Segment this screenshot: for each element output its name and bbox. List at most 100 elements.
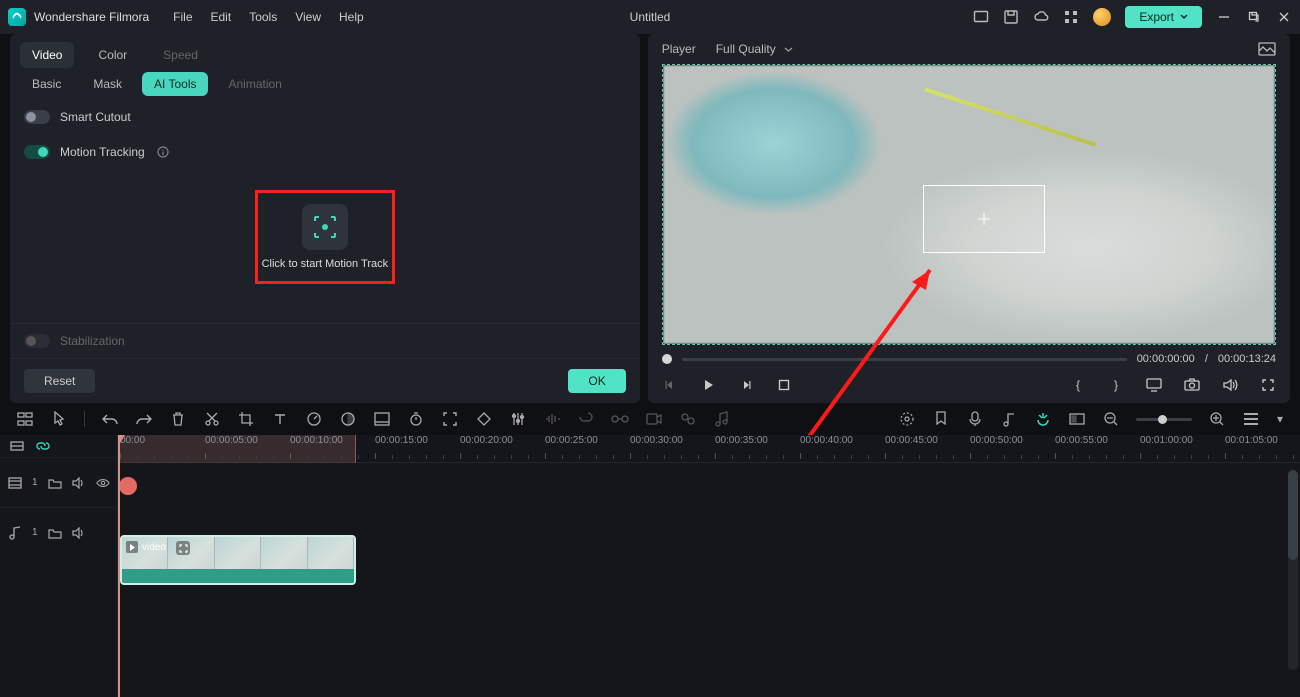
visibility-icon[interactable]	[96, 476, 110, 490]
tab-animation[interactable]: Animation	[216, 72, 293, 96]
stop-icon[interactable]	[776, 377, 792, 393]
color-icon[interactable]	[339, 410, 357, 428]
keyframe-panel-icon[interactable]	[373, 410, 391, 428]
list-view-icon[interactable]	[1242, 410, 1260, 428]
scrub-handle[interactable]	[662, 354, 672, 364]
quality-dropdown[interactable]: Full Quality	[716, 42, 793, 56]
time-current: 00:00:00:00	[1137, 353, 1195, 365]
motion-tracking-toggle[interactable]	[24, 145, 50, 159]
mark-in-icon[interactable]: {	[1070, 377, 1086, 393]
mute-icon[interactable]	[72, 526, 86, 540]
ok-button[interactable]: OK	[568, 369, 625, 393]
tab-speed[interactable]: Speed	[151, 42, 210, 68]
stabilization-toggle[interactable]	[24, 334, 50, 348]
smart-cutout-toggle[interactable]	[24, 110, 50, 124]
close-icon[interactable]	[1276, 9, 1292, 25]
render-icon[interactable]	[898, 410, 916, 428]
timeline-tracks[interactable]: 00:0000:00:05:0000:00:10:0000:00:15:0000…	[118, 435, 1300, 697]
music-icon[interactable]	[713, 410, 731, 428]
audio-note-icon[interactable]	[1000, 410, 1018, 428]
document-title: Untitled	[630, 10, 671, 24]
mic-icon[interactable]	[966, 410, 984, 428]
display-icon[interactable]	[1146, 377, 1162, 393]
secondary-tabs: Basic Mask AI Tools Animation	[10, 68, 640, 100]
tab-color[interactable]: Color	[86, 42, 139, 68]
video-track-index: 1	[32, 477, 38, 488]
folder-icon[interactable]	[48, 476, 62, 490]
pointer-icon[interactable]	[50, 410, 68, 428]
player-tab[interactable]: Player	[662, 42, 696, 56]
save-icon[interactable]	[1003, 9, 1019, 25]
ruler-tick: 00:00:55:00	[1055, 435, 1108, 446]
video-track-header[interactable]: 1	[0, 457, 117, 507]
collapse-icon[interactable]	[10, 439, 24, 453]
camera-icon[interactable]	[1184, 377, 1200, 393]
redo-icon[interactable]	[135, 410, 153, 428]
audio-track-header[interactable]: 1	[0, 507, 117, 557]
delete-icon[interactable]	[169, 410, 187, 428]
magnet-icon[interactable]	[1034, 410, 1052, 428]
video-clip[interactable]: video	[120, 535, 356, 585]
avatar[interactable]	[1093, 8, 1111, 26]
thumbnail-icon[interactable]	[1068, 410, 1086, 428]
marker-add-icon[interactable]	[932, 410, 950, 428]
menu-view[interactable]: View	[295, 10, 321, 24]
volume-icon[interactable]	[1222, 377, 1238, 393]
apps-icon[interactable]	[1063, 9, 1079, 25]
menu-file[interactable]: File	[173, 10, 192, 24]
vertical-scrollbar[interactable]	[1288, 470, 1298, 670]
mixer-icon[interactable]	[679, 410, 697, 428]
ruler-tick: 00:00:30:00	[630, 435, 683, 446]
audio-detach-icon[interactable]	[577, 410, 595, 428]
mute-icon[interactable]	[72, 476, 86, 490]
menu-help[interactable]: Help	[339, 10, 364, 24]
motion-tracking-label: Motion Tracking	[60, 145, 145, 159]
marker-handle[interactable]	[118, 475, 139, 497]
undo-icon[interactable]	[101, 410, 119, 428]
menu-tools[interactable]: Tools	[249, 10, 277, 24]
layout-icon[interactable]	[973, 9, 989, 25]
voiceover-group-icon[interactable]	[611, 410, 629, 428]
play-icon[interactable]	[700, 377, 716, 393]
mark-out-icon[interactable]: }	[1108, 377, 1124, 393]
reset-button[interactable]: Reset	[24, 369, 95, 393]
duration-icon[interactable]	[407, 410, 425, 428]
more-icon[interactable]: ▾	[1276, 410, 1284, 428]
menu-edit[interactable]: Edit	[211, 10, 232, 24]
link-icon[interactable]	[36, 439, 50, 453]
start-motion-track-button[interactable]: Click to start Motion Track	[255, 190, 395, 284]
fullscreen-icon[interactable]	[1260, 377, 1276, 393]
info-icon[interactable]	[155, 144, 171, 160]
tab-mask[interactable]: Mask	[81, 72, 134, 96]
adjust-icon[interactable]	[509, 410, 527, 428]
tracks-icon[interactable]	[16, 410, 34, 428]
audio-stretch-icon[interactable]	[543, 410, 561, 428]
motion-track-target[interactable]	[923, 185, 1045, 253]
tab-basic[interactable]: Basic	[20, 72, 73, 96]
text-icon[interactable]	[271, 410, 289, 428]
prev-frame-icon[interactable]	[662, 377, 678, 393]
scrub-track[interactable]	[682, 358, 1127, 361]
preview-viewport[interactable]	[662, 64, 1276, 345]
minimize-icon[interactable]	[1216, 9, 1232, 25]
focus-icon[interactable]	[441, 410, 459, 428]
clip-fx-icon[interactable]	[176, 541, 190, 555]
timeline-ruler[interactable]: 00:0000:00:05:0000:00:10:0000:00:15:0000…	[118, 435, 1300, 463]
snapshot-icon[interactable]	[1258, 42, 1276, 56]
zoom-slider[interactable]	[1136, 418, 1192, 421]
next-frame-icon[interactable]	[738, 377, 754, 393]
speed-ramp-icon[interactable]	[305, 410, 323, 428]
tab-video[interactable]: Video	[20, 42, 74, 68]
crop-icon[interactable]	[237, 410, 255, 428]
zoom-in-icon[interactable]	[1208, 410, 1226, 428]
maximize-icon[interactable]	[1246, 9, 1262, 25]
playhead[interactable]	[118, 435, 120, 697]
keyframe-icon[interactable]	[475, 410, 493, 428]
record-icon[interactable]	[645, 410, 663, 428]
folder-icon[interactable]	[48, 526, 62, 540]
cut-icon[interactable]	[203, 410, 221, 428]
tab-ai-tools[interactable]: AI Tools	[142, 72, 208, 96]
export-button[interactable]: Export	[1125, 6, 1202, 28]
zoom-out-icon[interactable]	[1102, 410, 1120, 428]
cloud-icon[interactable]	[1033, 9, 1049, 25]
